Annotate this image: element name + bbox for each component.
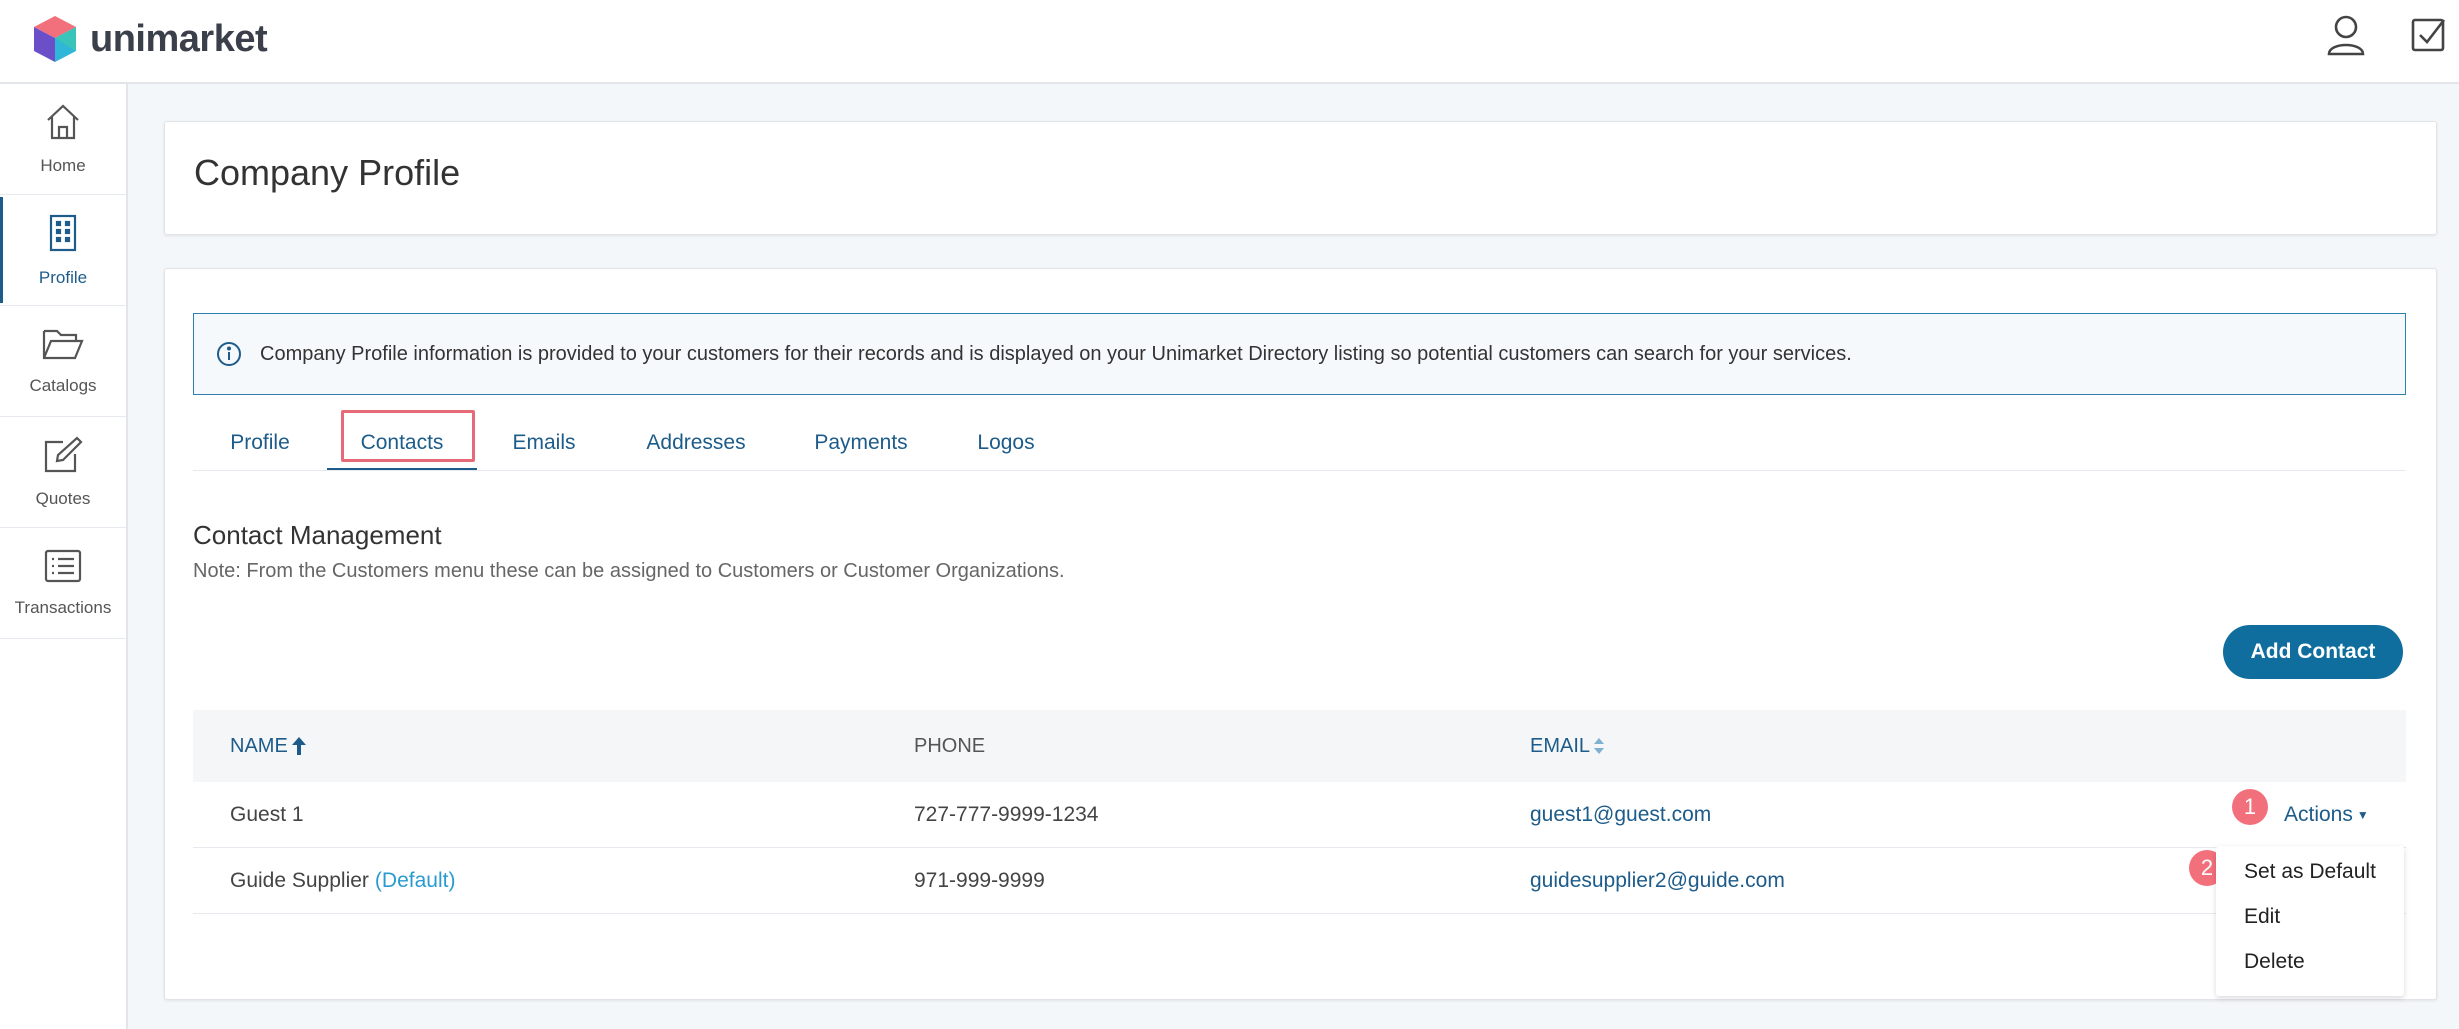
- sort-ascending-icon: [291, 736, 307, 756]
- sidebar-item-profile[interactable]: Profile: [0, 195, 126, 306]
- section-title: Contact Management: [193, 520, 442, 550]
- logo[interactable]: unimarket: [32, 14, 268, 64]
- sidebar-item-label: Transactions: [14, 597, 112, 617]
- default-tag: (Default): [374, 869, 456, 892]
- contact-name: Guest 1: [230, 803, 304, 826]
- sidebar-item-transactions[interactable]: Transactions: [0, 528, 126, 639]
- sidebar-item-home[interactable]: Home: [0, 84, 126, 195]
- table-row: Guide Supplier (Default) 971-999-9999 gu…: [193, 848, 2406, 914]
- info-banner-text: Company Profile information is provided …: [260, 342, 1852, 365]
- column-header-phone: PHONE: [914, 734, 986, 757]
- tab-profile[interactable]: Profile: [193, 418, 327, 468]
- column-header-email[interactable]: EMAIL: [1530, 710, 1605, 782]
- sidebar-item-quotes[interactable]: Quotes: [0, 417, 126, 528]
- table-header: NAME PHONE EMAIL: [193, 710, 2406, 782]
- page-title: Company Profile: [194, 152, 461, 193]
- building-icon: [47, 213, 79, 258]
- app-name: unimarket: [90, 17, 268, 60]
- menu-item-set-as-default[interactable]: Set as Default: [2244, 860, 2376, 884]
- unimarket-logo-icon: [34, 16, 76, 62]
- column-header-name[interactable]: NAME: [230, 710, 307, 782]
- contact-phone: 971-999-9999: [914, 869, 1045, 892]
- step-badge-1: 1: [2232, 789, 2268, 825]
- checkbox-icon[interactable]: [2410, 14, 2448, 59]
- top-bar: unimarket: [0, 0, 2459, 84]
- caret-down-icon: ▼: [2356, 808, 2369, 822]
- info-icon: [216, 341, 242, 367]
- sidebar-item-catalogs[interactable]: Catalogs: [0, 306, 126, 417]
- edit-icon: [43, 435, 83, 479]
- sidebar-item-label: Catalogs: [29, 375, 97, 395]
- sidebar-item-label: Profile: [38, 267, 88, 287]
- home-icon: [45, 103, 81, 146]
- tab-bar: Profile Contacts Emails Addresses Paymen…: [193, 418, 2406, 471]
- contact-email-link[interactable]: guest1@guest.com: [1530, 782, 1711, 848]
- tab-highlight-annotation: [341, 410, 475, 462]
- menu-item-delete[interactable]: Delete: [2244, 950, 2305, 974]
- menu-item-edit[interactable]: Edit: [2244, 905, 2280, 929]
- add-contact-button[interactable]: Add Contact: [2223, 625, 2403, 679]
- tab-logos[interactable]: Logos: [941, 418, 1071, 468]
- tab-payments[interactable]: Payments: [781, 418, 941, 468]
- tab-addresses[interactable]: Addresses: [611, 418, 781, 468]
- table-row: Guest 1 727-777-9999-1234 guest1@guest.c…: [193, 782, 2406, 848]
- contact-email-link[interactable]: guidesupplier2@guide.com: [1530, 848, 1785, 914]
- sidebar-item-label: Home: [40, 155, 86, 175]
- tab-emails[interactable]: Emails: [477, 418, 611, 468]
- user-icon[interactable]: [2326, 14, 2366, 61]
- actions-dropdown-button[interactable]: Actions ▼: [2284, 800, 2369, 830]
- actions-label: Actions: [2284, 803, 2353, 826]
- page-title-card: [164, 121, 2437, 235]
- sidebar: Home Profile Catalogs Quotes Transaction…: [0, 84, 128, 1029]
- list-icon: [44, 549, 82, 588]
- folder-icon: [42, 327, 84, 366]
- actions-menu: Set as Default Edit Delete: [2216, 846, 2404, 996]
- info-banner: Company Profile information is provided …: [193, 313, 2406, 395]
- sidebar-item-label: Quotes: [35, 488, 91, 508]
- contact-name: Guide Supplier (Default): [230, 869, 456, 892]
- section-note: Note: From the Customers menu these can …: [193, 560, 1065, 582]
- contact-phone: 727-777-9999-1234: [914, 803, 1099, 826]
- sort-icon: [1593, 736, 1605, 756]
